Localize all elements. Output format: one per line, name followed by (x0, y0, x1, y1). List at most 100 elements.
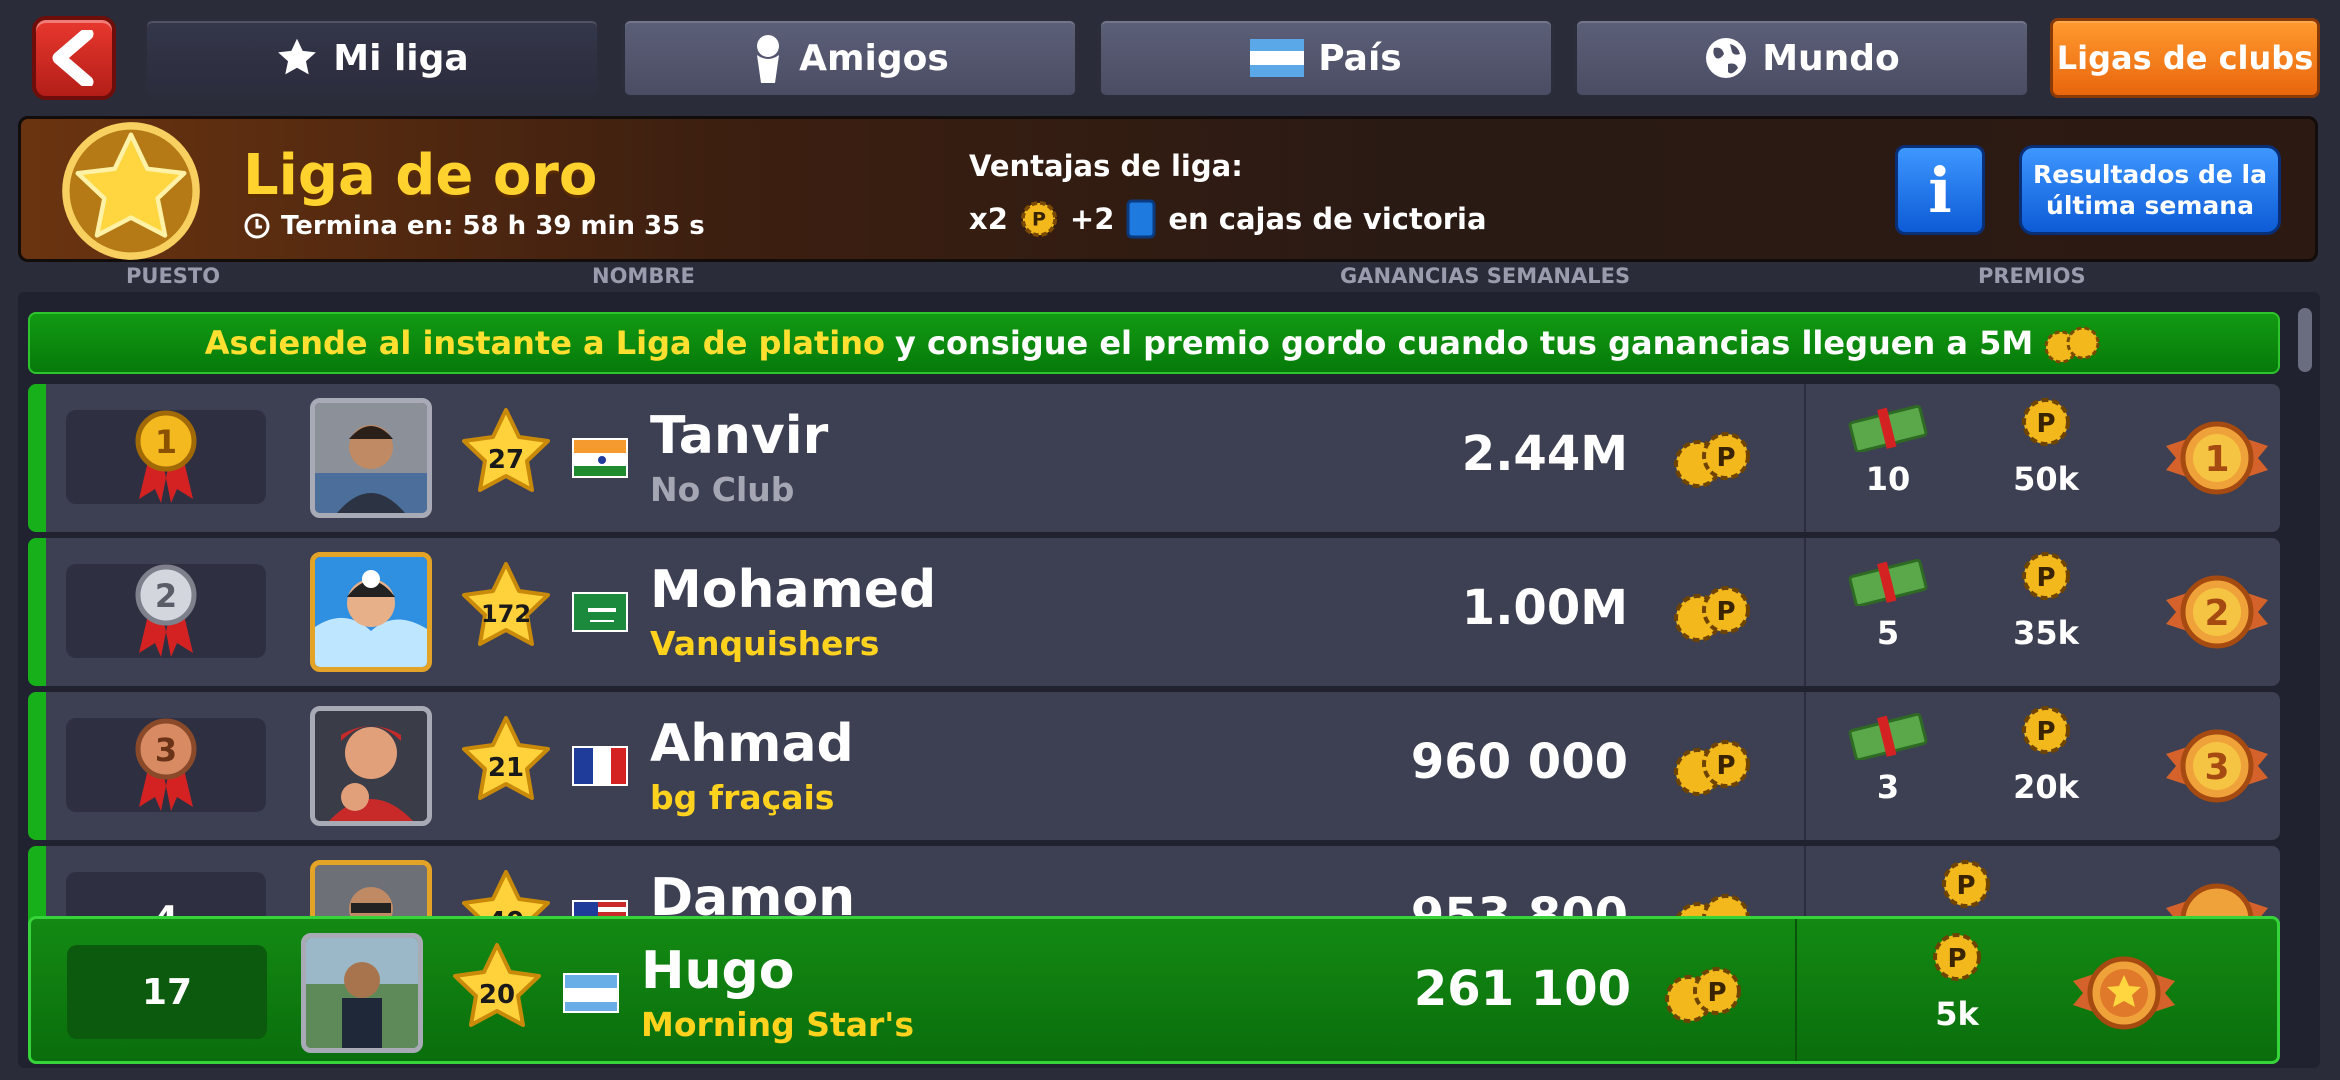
level-star-icon: 21 (462, 716, 550, 800)
svg-text:20: 20 (479, 980, 515, 1010)
svg-text:P: P (2036, 717, 2055, 747)
coin-stack-icon: P (1665, 967, 1741, 1023)
flag-france-icon (572, 746, 628, 786)
rank-badge-icon: 2 (2166, 575, 2268, 649)
back-button[interactable] (32, 16, 116, 100)
rank-badge-icon: 1 (2166, 421, 2268, 495)
svg-text:P: P (2036, 409, 2055, 439)
svg-text:P: P (1716, 751, 1735, 781)
svg-text:P: P (1032, 209, 1046, 231)
tab-label: País (1318, 37, 1402, 79)
leaderboard-row-2[interactable]: 2 172 Mohamed Vanquishers 1.00M P 5 P 35… (28, 538, 2280, 686)
column-rank: PUESTO (126, 264, 221, 288)
column-name: NOMBRE (592, 264, 695, 288)
player-club: Morning Star's (641, 1005, 915, 1044)
info-button[interactable]: i (1895, 145, 1985, 235)
prize-coins: P (1916, 856, 2016, 922)
prize-divider (1795, 919, 1797, 1061)
person-icon (757, 35, 780, 83)
coin-icon: P (1933, 933, 1981, 981)
player-name: Ahmad (650, 714, 854, 774)
promo-text: y consigue el premio gordo cuando tus ga… (895, 324, 2034, 362)
prize-coins-amount: 35k (2013, 614, 2079, 652)
bronze-medal-icon: 3 (135, 718, 197, 811)
cash-icon (1848, 404, 1928, 454)
level-star-icon: 20 (453, 943, 541, 1027)
coin-icon: P (2022, 552, 2070, 600)
svg-text:P: P (1716, 597, 1735, 627)
prize-coins: P 20k (1996, 702, 2096, 806)
prize-coins-amount: 20k (2013, 768, 2079, 806)
tab-label: Amigos (799, 37, 949, 79)
clock-icon (244, 213, 270, 239)
coin-icon: P (2022, 706, 2070, 754)
coin-stack-icon: P (1674, 586, 1750, 642)
svg-text:3: 3 (155, 731, 177, 769)
prize-cash-amount: 10 (1865, 460, 1911, 498)
column-weekly-earnings: GANANCIAS SEMANALES (1340, 264, 1631, 288)
player-club: bg fraçais (650, 778, 835, 817)
svg-text:172: 172 (481, 600, 531, 628)
svg-text:P: P (1947, 944, 1966, 974)
promotion-banner: Asciende al instante a Liga de platino y… (28, 312, 2280, 374)
player-name: Hugo (641, 941, 795, 1001)
player-club: Vanquishers (650, 624, 880, 663)
prize-cash: 5 (1838, 548, 1938, 652)
rank-box: 2 (66, 564, 266, 658)
prize-coins: P 50k (1996, 394, 2096, 498)
leaderboard-row-3[interactable]: 3 21 Ahmad bg fraçais 960 000 P 3 P 20k … (28, 692, 2280, 840)
globe-icon (1706, 38, 1747, 78)
countdown-text: Termina en: 58 h 39 min 35 s (281, 211, 705, 241)
svg-text:3: 3 (2204, 747, 2229, 788)
perk-text: en cajas de victoria (1168, 202, 1487, 236)
cash-icon (1848, 712, 1928, 762)
perks-title: Ventajas de liga: (969, 149, 1243, 183)
silver-medal-icon: 2 (135, 564, 197, 657)
coin-icon: P (1020, 200, 1057, 238)
rank-box: 17 (67, 945, 267, 1039)
leaderboard-list[interactable]: Asciende al instante a Liga de platino y… (18, 292, 2320, 1068)
avatar[interactable] (310, 552, 432, 672)
player-club: No Club (650, 470, 795, 509)
prize-divider (1804, 384, 1806, 532)
tab-pais[interactable]: País (1098, 18, 1554, 98)
svg-text:21: 21 (488, 753, 524, 783)
tab-ligas-de-clubs[interactable]: Ligas de clubs (2050, 18, 2320, 98)
tab-label: Ligas de clubs (2056, 39, 2314, 77)
weekly-earnings: 960 000 (1410, 734, 1628, 790)
prize-divider (1804, 538, 1806, 686)
svg-text:2: 2 (2204, 593, 2229, 634)
prize-cash: 10 (1838, 394, 1938, 498)
flag-icon (1250, 39, 1305, 77)
leaderboard-row-1[interactable]: 1 27 Tanvir No Club 2.44M P 10 P 50k 1 (28, 384, 2280, 532)
level-star-icon: 27 (462, 408, 550, 492)
card-icon (1126, 199, 1156, 239)
svg-text:P: P (1716, 443, 1735, 473)
column-prizes: PREMIOS (1978, 264, 2086, 288)
last-week-results-button[interactable]: Resultados de la última semana (2019, 145, 2281, 235)
avatar[interactable] (310, 706, 432, 826)
svg-text:P: P (1707, 978, 1726, 1008)
avatar[interactable] (301, 933, 423, 1053)
league-name: Liga de oro (243, 143, 598, 208)
prize-cash-amount: 5 (1876, 614, 1900, 652)
current-user-row[interactable]: 17 20 Hugo Morning Star's 261 100 P P 5k (28, 916, 2280, 1064)
league-countdown: Termina en: 58 h 39 min 35 s (243, 211, 705, 241)
player-name: Mohamed (650, 560, 937, 620)
weekly-earnings: 261 100 (1413, 961, 1631, 1017)
level-star-icon: 172 (462, 562, 550, 646)
coin-stack-icon (2044, 326, 2100, 364)
coin-stack-icon: P (1674, 432, 1750, 488)
tab-label: Mi liga (333, 37, 469, 79)
star-badge-icon (2073, 956, 2175, 1030)
tab-mi-liga[interactable]: Mi liga (144, 18, 600, 98)
tab-mundo[interactable]: Mundo (1574, 18, 2030, 98)
rank-box: 3 (66, 718, 266, 812)
gold-medal-icon: 1 (135, 410, 197, 503)
flag-argentina-icon (563, 973, 619, 1013)
tab-amigos[interactable]: Amigos (622, 18, 1078, 98)
avatar[interactable] (310, 398, 432, 518)
scrollbar[interactable] (2298, 308, 2312, 372)
gold-league-star-icon (62, 122, 200, 260)
prize-cash-amount: 3 (1876, 768, 1900, 806)
